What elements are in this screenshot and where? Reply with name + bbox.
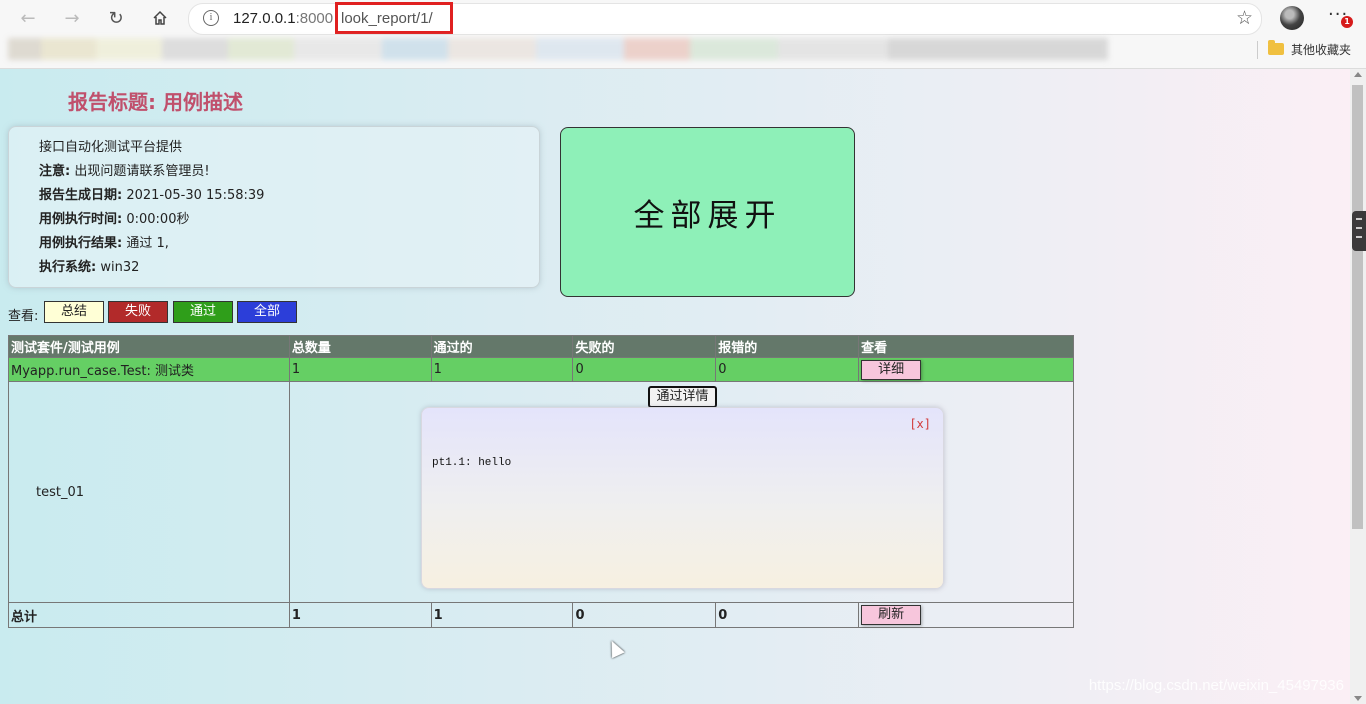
page-scrollbar[interactable] <box>1350 69 1366 704</box>
filter-all-button[interactable]: 全部 <box>237 301 297 323</box>
report-page: 报告标题: 用例描述 接口自动化测试平台提供 注意: 出现问题请联系管理员! 报… <box>0 69 1350 704</box>
forward-icon[interactable]: → <box>60 6 84 30</box>
total-passed: 1 <box>430 602 574 628</box>
total-row: 总计 1 1 0 0 刷新 <box>8 602 1074 628</box>
notification-badge: 1 <box>1341 16 1353 28</box>
popup-close-button[interactable]: [x] <box>909 417 931 431</box>
suite-total: 1 <box>288 357 432 382</box>
watermark: https://blog.csdn.net/weixin_45497936 <box>1088 677 1344 694</box>
detail-button[interactable]: 详细 <box>861 359 922 380</box>
back-icon[interactable]: ← <box>16 6 40 30</box>
suite-row: Myapp.run_case.Test: 测试类 1 1 0 0 详细 <box>8 357 1074 382</box>
table-header-row: 测试套件/测试用例 总数量 通过的 失败的 报错的 查看 <box>8 335 1074 358</box>
url-host: 127.0.0.1:8000 <box>233 10 334 27</box>
info-notice: 注意: 出现问题请联系管理员! <box>39 164 210 179</box>
mouse-cursor-icon <box>605 637 625 659</box>
scroll-down-icon[interactable] <box>1354 696 1362 701</box>
output-popup: [x] pt1.1: hello <box>421 407 944 589</box>
site-info-icon[interactable]: i <box>203 10 219 26</box>
url-path: look_report/1/ <box>341 10 433 27</box>
suite-failed: 0 <box>572 357 717 382</box>
total-failed: 0 <box>572 602 717 628</box>
bookmarks-bar-blurred <box>8 38 1108 60</box>
header-suite: 测试套件/测试用例 <box>8 335 290 358</box>
filter-passed-button[interactable]: 通过 <box>173 301 233 323</box>
suite-passed: 1 <box>430 357 574 382</box>
info-system: 执行系统: win32 <box>39 260 140 275</box>
address-bar[interactable]: i 127.0.0.1:8000 look_report/1/ ☆ <box>188 2 1262 35</box>
total-count: 1 <box>288 602 432 628</box>
popup-output-text: pt1.1: hello <box>432 457 512 469</box>
scroll-thumb[interactable] <box>1352 85 1363 529</box>
side-panel-handle-icon[interactable] <box>1352 211 1366 251</box>
bookmarks-separator <box>1257 41 1258 59</box>
folder-icon <box>1268 40 1284 55</box>
reload-icon[interactable]: ↻ <box>104 6 128 30</box>
info-result: 用例执行结果: 通过 1, <box>39 236 169 251</box>
header-passed: 通过的 <box>430 335 574 358</box>
header-failed: 失败的 <box>572 335 717 358</box>
favorite-star-icon[interactable]: ☆ <box>1236 7 1253 29</box>
header-errors: 报错的 <box>715 335 860 358</box>
scroll-up-icon[interactable] <box>1354 72 1362 77</box>
suite-errors: 0 <box>715 357 860 382</box>
header-view: 查看 <box>858 335 1074 358</box>
info-duration: 用例执行时间: 0:00:00秒 <box>39 212 190 227</box>
expand-all-button[interactable]: 全部展开 <box>560 127 855 297</box>
other-bookmarks-link[interactable]: 其他收藏夹 <box>1291 41 1351 58</box>
suite-detail-cell: 详细 <box>858 357 1074 382</box>
total-refresh-cell: 刷新 <box>858 602 1074 628</box>
report-info-panel: 接口自动化测试平台提供 注意: 出现问题请联系管理员! 报告生成日期: 2021… <box>8 126 540 288</box>
suite-name: Myapp.run_case.Test: 测试类 <box>8 357 290 382</box>
refresh-button[interactable]: 刷新 <box>861 605 922 625</box>
view-label: 查看: <box>8 309 39 324</box>
filter-summary-button[interactable]: 总结 <box>44 301 104 323</box>
page-title: 报告标题: 用例描述 <box>68 90 243 114</box>
home-icon[interactable] <box>148 6 172 30</box>
info-provider: 接口自动化测试平台提供 <box>39 140 183 155</box>
header-total: 总数量 <box>288 335 432 358</box>
case-name: test_01 <box>8 381 290 603</box>
total-errors: 0 <box>715 602 860 628</box>
profile-avatar[interactable] <box>1280 6 1304 30</box>
pass-detail-button[interactable]: 通过详情 <box>648 386 717 408</box>
filter-failed-button[interactable]: 失败 <box>108 301 168 323</box>
browser-toolbar: ← → ↻ i 127.0.0.1:8000 look_report/1/ ☆ … <box>0 0 1366 69</box>
total-label: 总计 <box>8 602 290 628</box>
info-date: 报告生成日期: 2021-05-30 15:58:39 <box>39 188 265 203</box>
